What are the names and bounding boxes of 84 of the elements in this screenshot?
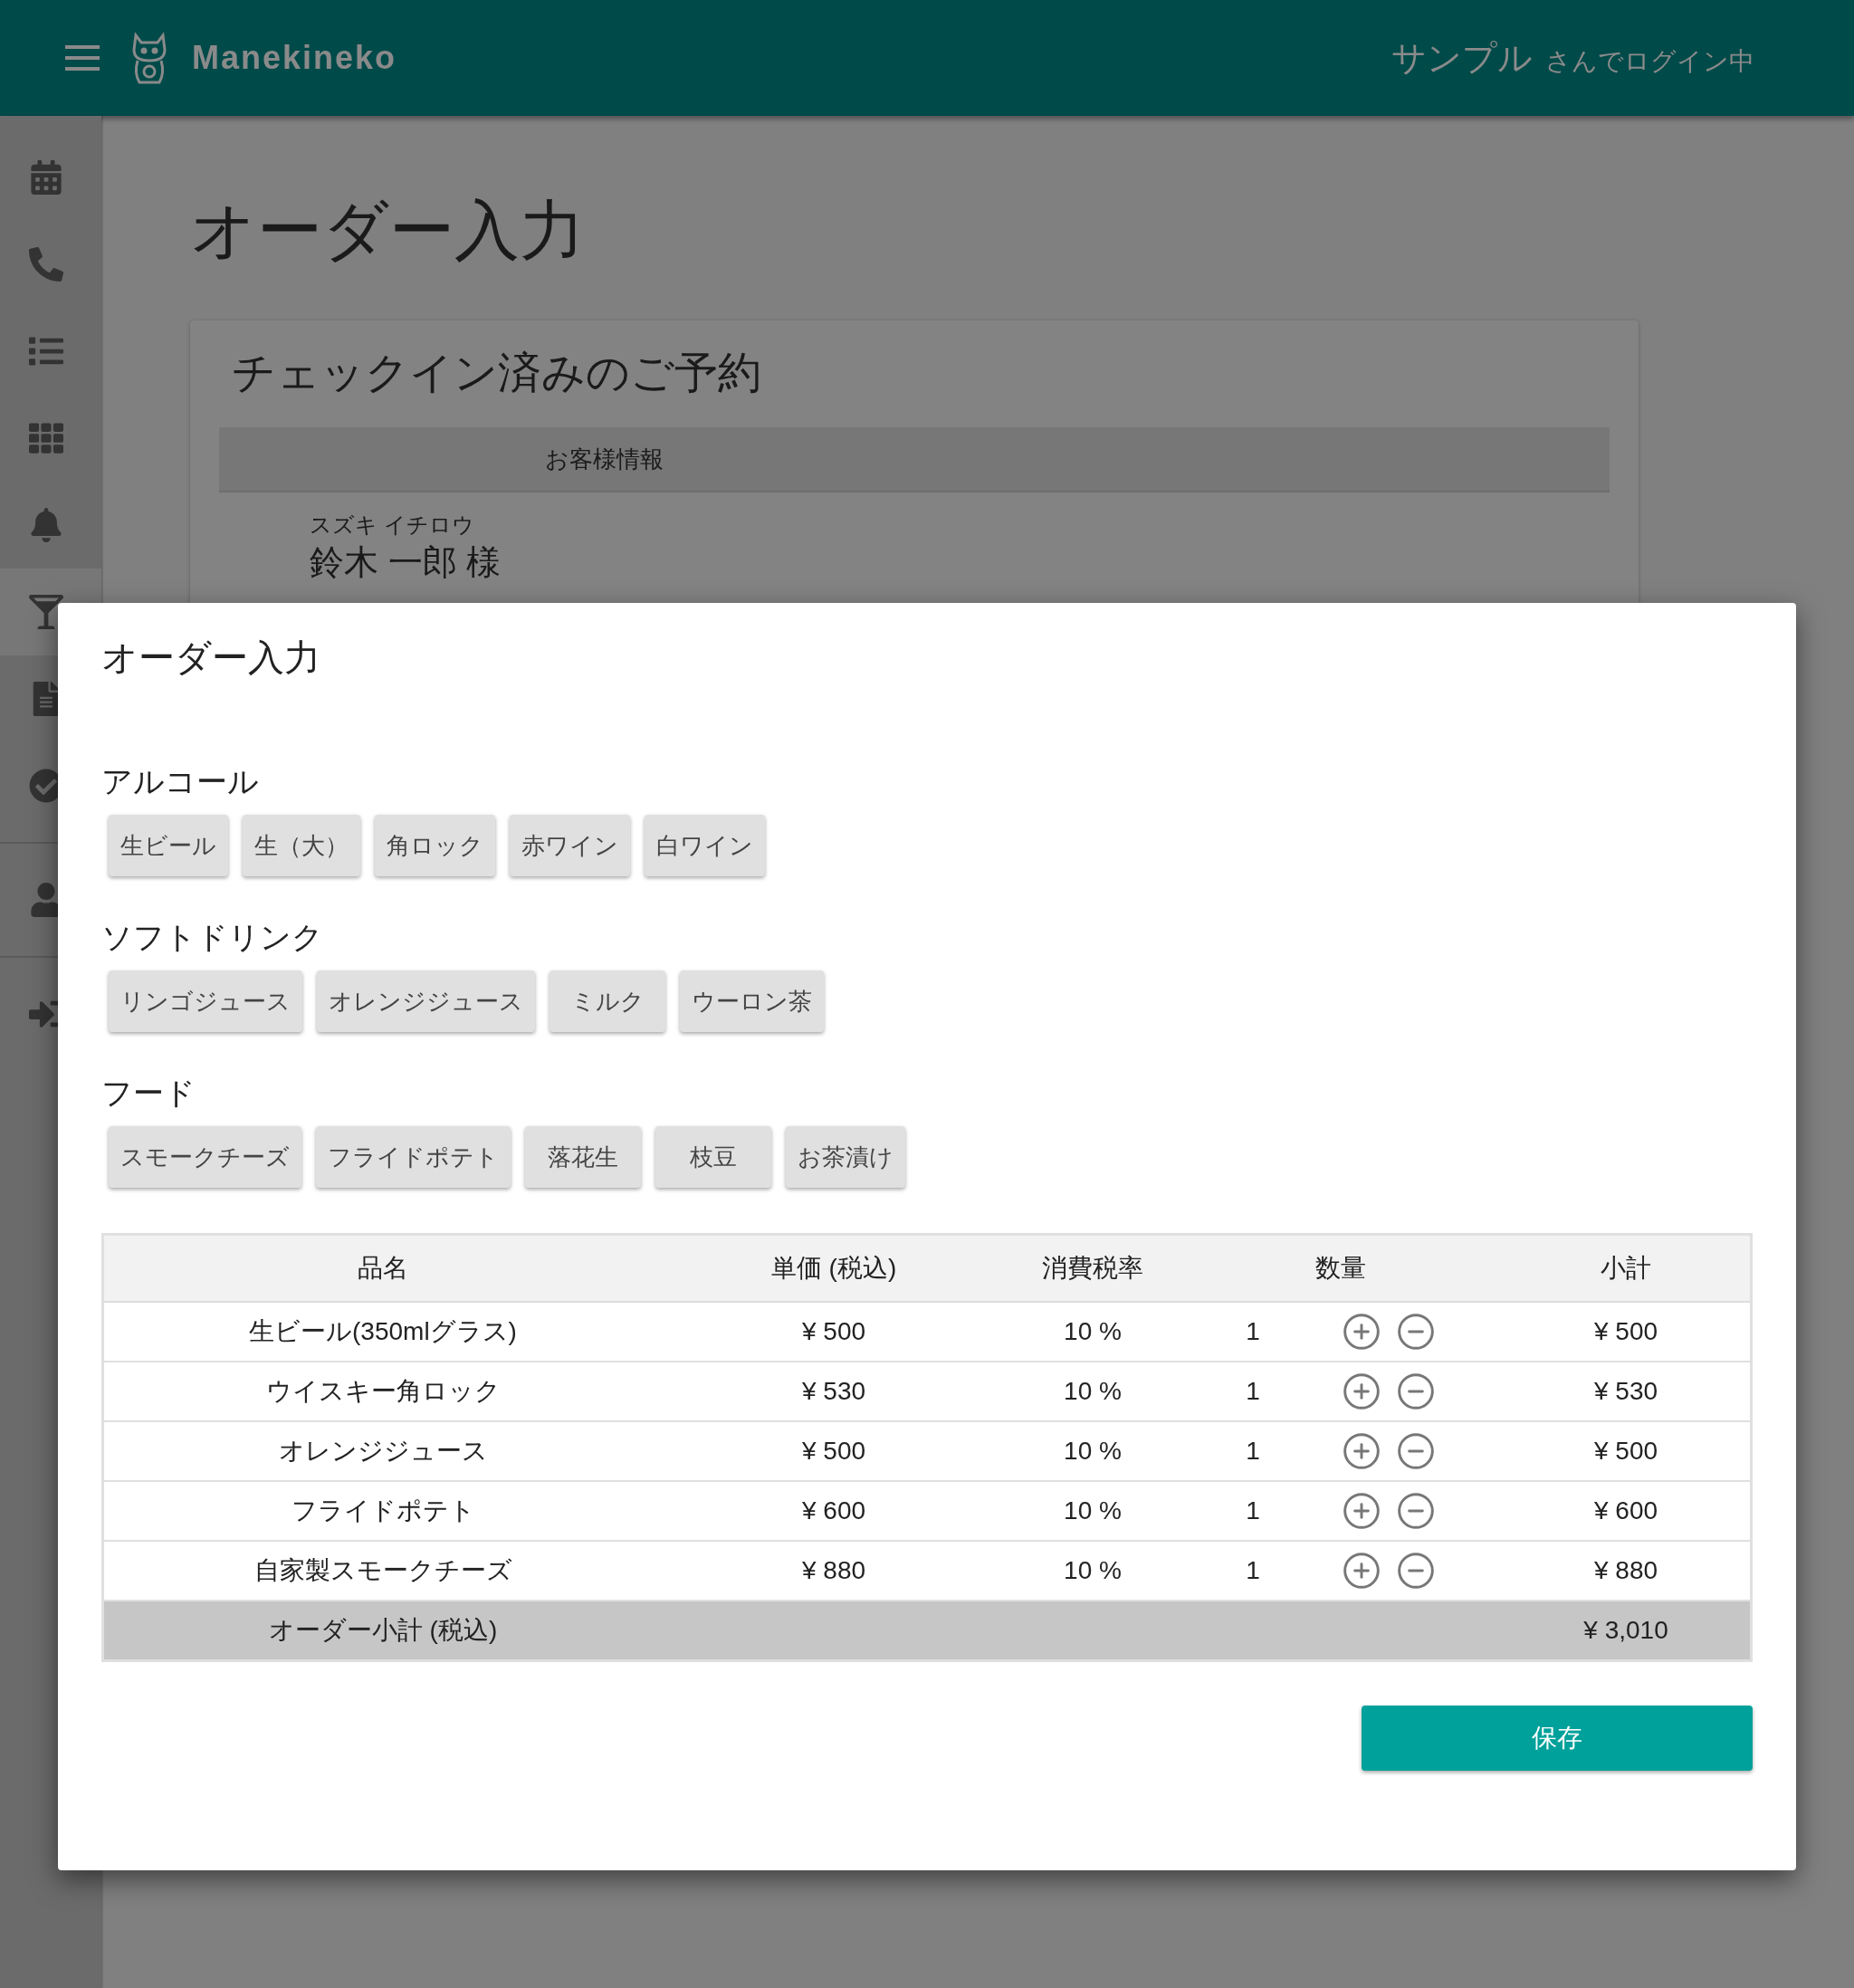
category-label: フード xyxy=(101,1077,196,1108)
table-cell-text: ウイスキー角ロック xyxy=(264,1376,502,1407)
add-button[interactable] xyxy=(1341,1312,1381,1352)
grid-icon xyxy=(29,421,63,455)
menu-item-button[interactable]: オレンジジュース xyxy=(317,970,535,1032)
bell-icon xyxy=(29,508,63,542)
total-label: オーダー小計 (税込) xyxy=(267,1615,499,1646)
column-header: 品名 xyxy=(357,1253,409,1284)
menu-item-button[interactable]: フライドポテト xyxy=(316,1126,511,1188)
table-cell-text: ¥ 880 xyxy=(1592,1555,1659,1586)
minus-icon xyxy=(1395,1312,1436,1352)
table-cell-text: ¥ 600 xyxy=(1592,1496,1659,1526)
table-cell-text: ¥ 600 xyxy=(800,1496,867,1526)
menu-item-button[interactable]: ウーロン茶 xyxy=(680,970,824,1032)
table-cell-text: ¥ 880 xyxy=(800,1555,867,1586)
plus-icon xyxy=(1341,1551,1381,1591)
table-cell-text: 1 xyxy=(1246,1555,1260,1586)
add-button[interactable] xyxy=(1341,1372,1381,1411)
menu-item-button[interactable]: お茶漬け xyxy=(786,1126,905,1188)
remove-button[interactable] xyxy=(1395,1551,1436,1591)
table-cell-text: ¥ 500 xyxy=(800,1316,867,1347)
menu-item-button[interactable]: 生ビール xyxy=(109,815,228,876)
menu-item-button[interactable]: ミルク xyxy=(550,970,665,1032)
menu-item-button[interactable]: スモークチーズ xyxy=(109,1126,301,1188)
table-cell-text: 10 % xyxy=(1063,1376,1123,1407)
minus-icon xyxy=(1395,1551,1436,1591)
remove-button[interactable] xyxy=(1395,1491,1436,1531)
category-label: ソフトドリンク xyxy=(101,922,324,952)
table-cell-text: ¥ 500 xyxy=(1592,1436,1659,1467)
menu-icon[interactable] xyxy=(65,45,100,71)
table-cell-text: 10 % xyxy=(1063,1316,1123,1347)
menu-item-button[interactable]: 生（大） xyxy=(243,815,360,876)
table-cell-text: ¥ 530 xyxy=(1592,1376,1659,1407)
add-button[interactable] xyxy=(1341,1551,1381,1591)
add-button[interactable] xyxy=(1341,1431,1381,1471)
customer-kana: スズキ イチロウ xyxy=(309,511,475,539)
cocktail-glass-icon xyxy=(29,595,63,629)
column-header: 消費税率 xyxy=(1041,1253,1144,1284)
phone-icon xyxy=(29,247,63,282)
minus-icon xyxy=(1395,1372,1436,1411)
table-cell-text: 1 xyxy=(1246,1376,1260,1407)
table-cell-text: フライドポテト xyxy=(290,1496,476,1526)
menu-item-button[interactable]: 落花生 xyxy=(525,1126,641,1188)
table-cell-text: ¥ 530 xyxy=(800,1376,867,1407)
card-title: チェックイン済みのご予約 xyxy=(231,351,762,395)
minus-icon xyxy=(1395,1431,1436,1471)
plus-icon xyxy=(1341,1431,1381,1471)
column-header: 数量 xyxy=(1314,1253,1367,1284)
minus-icon xyxy=(1395,1491,1436,1531)
login-status: さんでログイン中 xyxy=(1545,45,1754,77)
plus-icon xyxy=(1341,1372,1381,1411)
plus-icon xyxy=(1341,1491,1381,1531)
user-name: サンプル xyxy=(1391,37,1533,79)
table-cell-text: 生ビール(350mlグラス) xyxy=(248,1316,518,1347)
dialog-title: オーダー入力 xyxy=(101,639,321,675)
menu-item-button[interactable]: リンゴジュース xyxy=(109,970,302,1032)
info-header: お客様情報 xyxy=(219,427,1610,492)
menu-item-button[interactable]: 枝豆 xyxy=(655,1126,771,1188)
table-cell-text: 10 % xyxy=(1063,1555,1123,1586)
table-cell-text: 10 % xyxy=(1063,1496,1123,1526)
remove-button[interactable] xyxy=(1395,1431,1436,1471)
page-title: オーダー入力 xyxy=(190,197,586,263)
table-cell-text: 1 xyxy=(1246,1436,1260,1467)
menu-item-button[interactable]: 赤ワイン xyxy=(510,815,630,876)
table-cell-text: ¥ 500 xyxy=(800,1436,867,1467)
remove-button[interactable] xyxy=(1395,1312,1436,1352)
table-cell-text: ¥ 500 xyxy=(1592,1316,1659,1347)
table-cell-text: 10 % xyxy=(1063,1436,1123,1467)
table-cell-text: 1 xyxy=(1246,1496,1260,1526)
plus-icon xyxy=(1341,1312,1381,1352)
calendar-icon xyxy=(29,160,63,195)
customer-name: 鈴木 一郎 様 xyxy=(309,542,502,583)
remove-button[interactable] xyxy=(1395,1372,1436,1411)
menu-item-button[interactable]: 白ワイン xyxy=(645,815,765,876)
category-label: アルコール xyxy=(101,766,260,797)
add-button[interactable] xyxy=(1341,1491,1381,1531)
table-cell-text: 自家製スモークチーズ xyxy=(253,1555,513,1586)
table-cell-text: 1 xyxy=(1246,1316,1260,1347)
logo-text: Manekineko xyxy=(192,38,397,78)
table-cell-text: オレンジジュース xyxy=(277,1436,489,1467)
menu-item-button[interactable]: 角ロック xyxy=(375,815,495,876)
column-header: 単価 (税込) xyxy=(769,1253,898,1284)
column-header: 小計 xyxy=(1600,1253,1652,1284)
total-value: ¥ 3,010 xyxy=(1582,1615,1669,1646)
